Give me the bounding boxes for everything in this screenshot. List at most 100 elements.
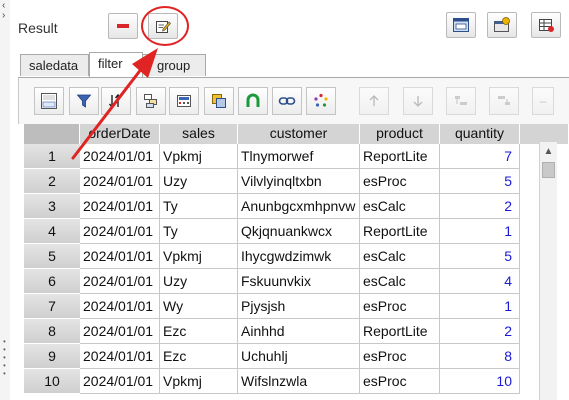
indent-right-button[interactable]: [489, 87, 519, 115]
column-header-orderdate[interactable]: orderDate: [80, 124, 160, 144]
table-row[interactable]: 9 2024/01/01 Ezc Uchuhlj esProc 8: [24, 344, 539, 369]
vertical-scrollbar[interactable]: ▲: [539, 142, 557, 400]
table-row[interactable]: 6 2024/01/01 Uzy Fskuunvkix esCalc 4: [24, 269, 539, 294]
cell-quantity[interactable]: 1: [440, 219, 520, 244]
tab-group[interactable]: group: [142, 54, 206, 76]
cell-orderdate[interactable]: 2024/01/01: [80, 194, 160, 219]
cell-orderdate[interactable]: 2024/01/01: [80, 244, 160, 269]
cell-sales[interactable]: Uzy: [160, 169, 238, 194]
indent-left-button[interactable]: [446, 87, 476, 115]
cell-orderdate[interactable]: 2024/01/01: [80, 319, 160, 344]
cell-quantity[interactable]: 4: [440, 269, 520, 294]
move-down-button[interactable]: [403, 87, 433, 115]
cell-customer[interactable]: Anunbgcxmhpnvw: [238, 194, 360, 219]
cell-product[interactable]: ReportLite: [360, 144, 440, 169]
tab-saledata[interactable]: saledata: [20, 54, 89, 76]
scroll-up-icon[interactable]: ▲: [540, 142, 557, 160]
cell-product[interactable]: esProc: [360, 369, 440, 394]
cell-sales[interactable]: Ty: [160, 219, 238, 244]
cell-customer[interactable]: Tlnymorwef: [238, 144, 360, 169]
cell-sales[interactable]: Ezc: [160, 319, 238, 344]
column-header-customer[interactable]: customer: [238, 124, 360, 144]
remove-button[interactable]: [108, 13, 138, 39]
cell-customer[interactable]: Ihycgwdzimwk: [238, 244, 360, 269]
cell-quantity[interactable]: 8: [440, 344, 520, 369]
cell-customer[interactable]: Wifslnzwla: [238, 369, 360, 394]
chevron-up-icon[interactable]: ‹: [2, 1, 5, 11]
column-header-product[interactable]: product: [360, 124, 440, 144]
window-button[interactable]: [446, 12, 476, 38]
row-number[interactable]: 1: [24, 144, 80, 169]
table-row[interactable]: 7 2024/01/01 Wy Pjysjsh esProc 1: [24, 294, 539, 319]
table-row[interactable]: 1 2024/01/01 Vpkmj Tlnymorwef ReportLite…: [24, 144, 539, 169]
table-row[interactable]: 3 2024/01/01 Ty Anunbgcxmhpnvw esCalc 2: [24, 194, 539, 219]
row-number[interactable]: 4: [24, 219, 80, 244]
cell-quantity[interactable]: 2: [440, 194, 520, 219]
cell-sales[interactable]: Vpkmj: [160, 244, 238, 269]
cell-product[interactable]: esProc: [360, 294, 440, 319]
more-button[interactable]: –: [532, 87, 554, 115]
cell-quantity[interactable]: 5: [440, 169, 520, 194]
cell-customer[interactable]: Uchuhlj: [238, 344, 360, 369]
cell-product[interactable]: esProc: [360, 344, 440, 369]
magnet-button[interactable]: [238, 87, 268, 115]
row-number[interactable]: 6: [24, 269, 80, 294]
cell-sales[interactable]: Vpkmj: [160, 144, 238, 169]
cell-sales[interactable]: Uzy: [160, 269, 238, 294]
cell-product[interactable]: ReportLite: [360, 219, 440, 244]
cell-quantity[interactable]: 7: [440, 144, 520, 169]
calculator-button[interactable]: [169, 87, 199, 115]
grid-corner[interactable]: [24, 124, 80, 144]
table-row[interactable]: 5 2024/01/01 Vpkmj Ihycgwdzimwk esCalc 5: [24, 244, 539, 269]
cell-orderdate[interactable]: 2024/01/01: [80, 294, 160, 319]
cell-orderdate[interactable]: 2024/01/01: [80, 344, 160, 369]
settings-window-button[interactable]: [487, 12, 517, 38]
cell-orderdate[interactable]: 2024/01/01: [80, 219, 160, 244]
cell-quantity[interactable]: 1: [440, 294, 520, 319]
group-button[interactable]: [136, 87, 166, 115]
row-number[interactable]: 8: [24, 319, 80, 344]
cell-sales[interactable]: Wy: [160, 294, 238, 319]
cell-quantity[interactable]: 2: [440, 319, 520, 344]
filter-button[interactable]: [69, 87, 99, 115]
move-up-button[interactable]: [359, 87, 389, 115]
cell-orderdate[interactable]: 2024/01/01: [80, 369, 160, 394]
grid-config-button[interactable]: [531, 12, 561, 38]
copy-button[interactable]: [204, 87, 234, 115]
cell-orderdate[interactable]: 2024/01/01: [80, 169, 160, 194]
tab-filter[interactable]: filter: [89, 52, 143, 78]
cell-customer[interactable]: Pjysjsh: [238, 294, 360, 319]
abc-123-button[interactable]: [34, 87, 64, 115]
table-row[interactable]: 8 2024/01/01 Ezc Ainhhd ReportLite 2: [24, 319, 539, 344]
cell-customer[interactable]: Qkjqnuankwcx: [238, 219, 360, 244]
table-row[interactable]: 10 2024/01/01 Vpkmj Wifslnzwla esProc 10: [24, 369, 539, 394]
sort-button[interactable]: [101, 87, 131, 115]
cell-quantity[interactable]: 5: [440, 244, 520, 269]
row-number[interactable]: 2: [24, 169, 80, 194]
drag-handle-icon[interactable]: • • • • •: [3, 338, 6, 378]
cell-product[interactable]: esCalc: [360, 194, 440, 219]
link-button[interactable]: [272, 87, 302, 115]
cell-product[interactable]: esProc: [360, 169, 440, 194]
cell-sales[interactable]: Ezc: [160, 344, 238, 369]
cell-product[interactable]: esCalc: [360, 269, 440, 294]
cell-customer[interactable]: Vilvlyinqltxbn: [238, 169, 360, 194]
row-number[interactable]: 3: [24, 194, 80, 219]
left-collapse-strip[interactable]: ‹ › • • • • •: [0, 0, 10, 400]
row-number[interactable]: 5: [24, 244, 80, 269]
cell-orderdate[interactable]: 2024/01/01: [80, 269, 160, 294]
row-number[interactable]: 9: [24, 344, 80, 369]
cell-quantity[interactable]: 10: [440, 369, 520, 394]
cell-product[interactable]: ReportLite: [360, 319, 440, 344]
cell-sales[interactable]: Vpkmj: [160, 369, 238, 394]
scroll-thumb[interactable]: [542, 162, 555, 178]
table-row[interactable]: 2 2024/01/01 Uzy Vilvlyinqltxbn esProc 5: [24, 169, 539, 194]
cell-customer[interactable]: Ainhhd: [238, 319, 360, 344]
table-row[interactable]: 4 2024/01/01 Ty Qkjqnuankwcx ReportLite …: [24, 219, 539, 244]
cell-sales[interactable]: Ty: [160, 194, 238, 219]
spinner-button[interactable]: [306, 87, 336, 115]
column-header-quantity[interactable]: quantity: [440, 124, 520, 144]
cell-product[interactable]: esCalc: [360, 244, 440, 269]
column-header-sales[interactable]: sales: [160, 124, 238, 144]
chevron-down-icon[interactable]: ›: [2, 11, 5, 21]
